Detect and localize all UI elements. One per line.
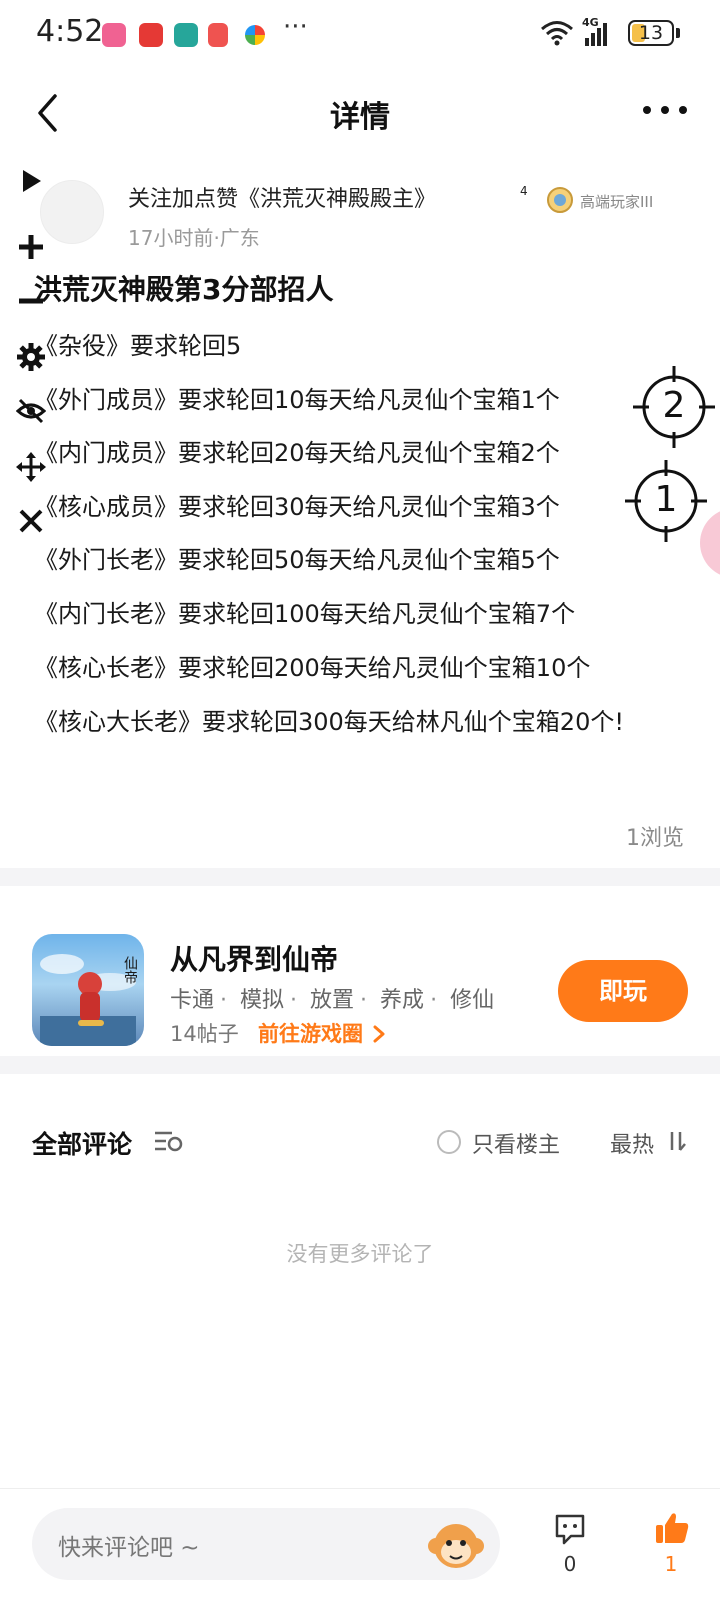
minus-icon[interactable]: [16, 286, 46, 316]
battery-icon: 13: [628, 20, 674, 46]
author-avatar[interactable]: [40, 180, 104, 244]
gear-icon[interactable]: [16, 342, 46, 372]
game-tag: 卡通: [170, 988, 215, 1013]
eye-off-icon[interactable]: [16, 396, 46, 426]
post-line: 《杂役》要求轮回5: [34, 332, 242, 360]
comments-title: 全部评论: [32, 1130, 133, 1159]
filter-icon[interactable]: [154, 1130, 184, 1152]
comment-icon[interactable]: [553, 1512, 587, 1546]
play-icon[interactable]: [16, 166, 46, 196]
wifi-icon: [541, 21, 573, 46]
comment-placeholder[interactable]: 快来评论吧 ~: [58, 1528, 200, 1562]
signal-icon: [585, 23, 607, 46]
more-options-icon[interactable]: [640, 100, 690, 120]
play-button[interactable]: 即玩: [558, 960, 688, 1022]
like-count: 1: [664, 1552, 678, 1576]
status-time: 4:52: [36, 14, 104, 49]
bilibili-notification-icon: [102, 23, 126, 47]
comment-count: 0: [563, 1552, 577, 1576]
sort-icon[interactable]: [668, 1130, 686, 1152]
only-op-label[interactable]: 只看楼主: [472, 1127, 560, 1159]
game-post-count: 14帖子: [170, 1022, 239, 1046]
game-tag: 养成: [380, 988, 425, 1013]
game-art-icon: 仙帝: [40, 954, 138, 1046]
section-divider: [0, 868, 720, 886]
game-icon[interactable]: 仙帝: [32, 934, 144, 1046]
close-icon[interactable]: [16, 506, 46, 536]
chevron-right-icon: [373, 1025, 385, 1043]
photos-notification-icon: [245, 25, 265, 45]
view-count: 1浏览: [626, 826, 684, 851]
player-badge-icon: [547, 187, 573, 213]
post-line: 《外门成员》要求轮回10每天给凡灵仙个宝箱1个: [34, 385, 560, 414]
game-tag: 修仙: [450, 988, 495, 1013]
game-notification-icon: [174, 23, 198, 47]
crosshair-marker-label: 2: [662, 385, 686, 426]
post-line: 《内门成员》要求轮回20每天给凡灵仙个宝箱2个: [34, 439, 560, 468]
game-tag: 放置: [310, 988, 355, 1013]
post-line: 《内门长老》要求轮回100每天给凡灵仙个宝箱7个: [34, 599, 576, 628]
author-level-mark: 4: [520, 184, 528, 198]
sort-hot[interactable]: 最热: [610, 1127, 654, 1159]
more-notifications-icon: ···: [283, 12, 308, 42]
game-tags: 卡通 · 模拟 · 放置 · 养成 · 修仙: [170, 988, 495, 1013]
no-more-comments: 没有更多评论了: [286, 1242, 434, 1266]
post-meta: 17小时前·广东: [128, 226, 260, 250]
game-name[interactable]: 从凡界到仙帝: [170, 938, 338, 978]
app-notification-icon: [208, 23, 228, 47]
battery-level: 13: [638, 22, 664, 44]
only-op-radio[interactable]: [437, 1130, 461, 1154]
status-bar: 4:52 ··· 4G 13: [0, 0, 720, 70]
store-notification-icon: [139, 23, 163, 47]
post-line: 《核心长老》要求轮回200每天给凡灵仙个宝箱10个: [34, 653, 591, 682]
player-badge-label: 高端玩家III: [580, 193, 654, 211]
game-link-label: 前往游戏圈: [258, 1022, 363, 1046]
section-divider: [0, 1056, 720, 1074]
post-line: 《外门长老》要求轮回50每天给凡灵仙个宝箱5个: [34, 546, 560, 575]
move-icon[interactable]: [16, 452, 46, 482]
top-nav: 详情: [0, 70, 720, 156]
crosshair-marker-label: 1: [654, 479, 678, 520]
game-tag: 模拟: [240, 988, 285, 1013]
emoji-monkey-icon[interactable]: [424, 1512, 488, 1576]
plus-icon[interactable]: [16, 232, 46, 262]
page-title: 详情: [330, 100, 390, 135]
post-line: 《核心成员》要求轮回30每天给凡灵仙个宝箱3个: [34, 492, 560, 521]
post-title: 洪荒灭神殿第3分部招人: [34, 273, 334, 306]
post-body: 《杂役》要求轮回5 《外门成员》要求轮回10每天给凡灵仙个宝箱1个 《内门成员》…: [34, 320, 684, 745]
game-icon-text: 仙帝: [122, 956, 138, 984]
like-thumb-icon[interactable]: [654, 1511, 690, 1545]
go-to-game-circle-link[interactable]: 前往游戏圈: [258, 1018, 386, 1048]
author-name[interactable]: 关注加点赞《洪荒灭神殿殿主》: [128, 181, 436, 213]
post-line: 《核心大长老》要求轮回300每天给林凡仙个宝箱20个!: [34, 708, 624, 737]
